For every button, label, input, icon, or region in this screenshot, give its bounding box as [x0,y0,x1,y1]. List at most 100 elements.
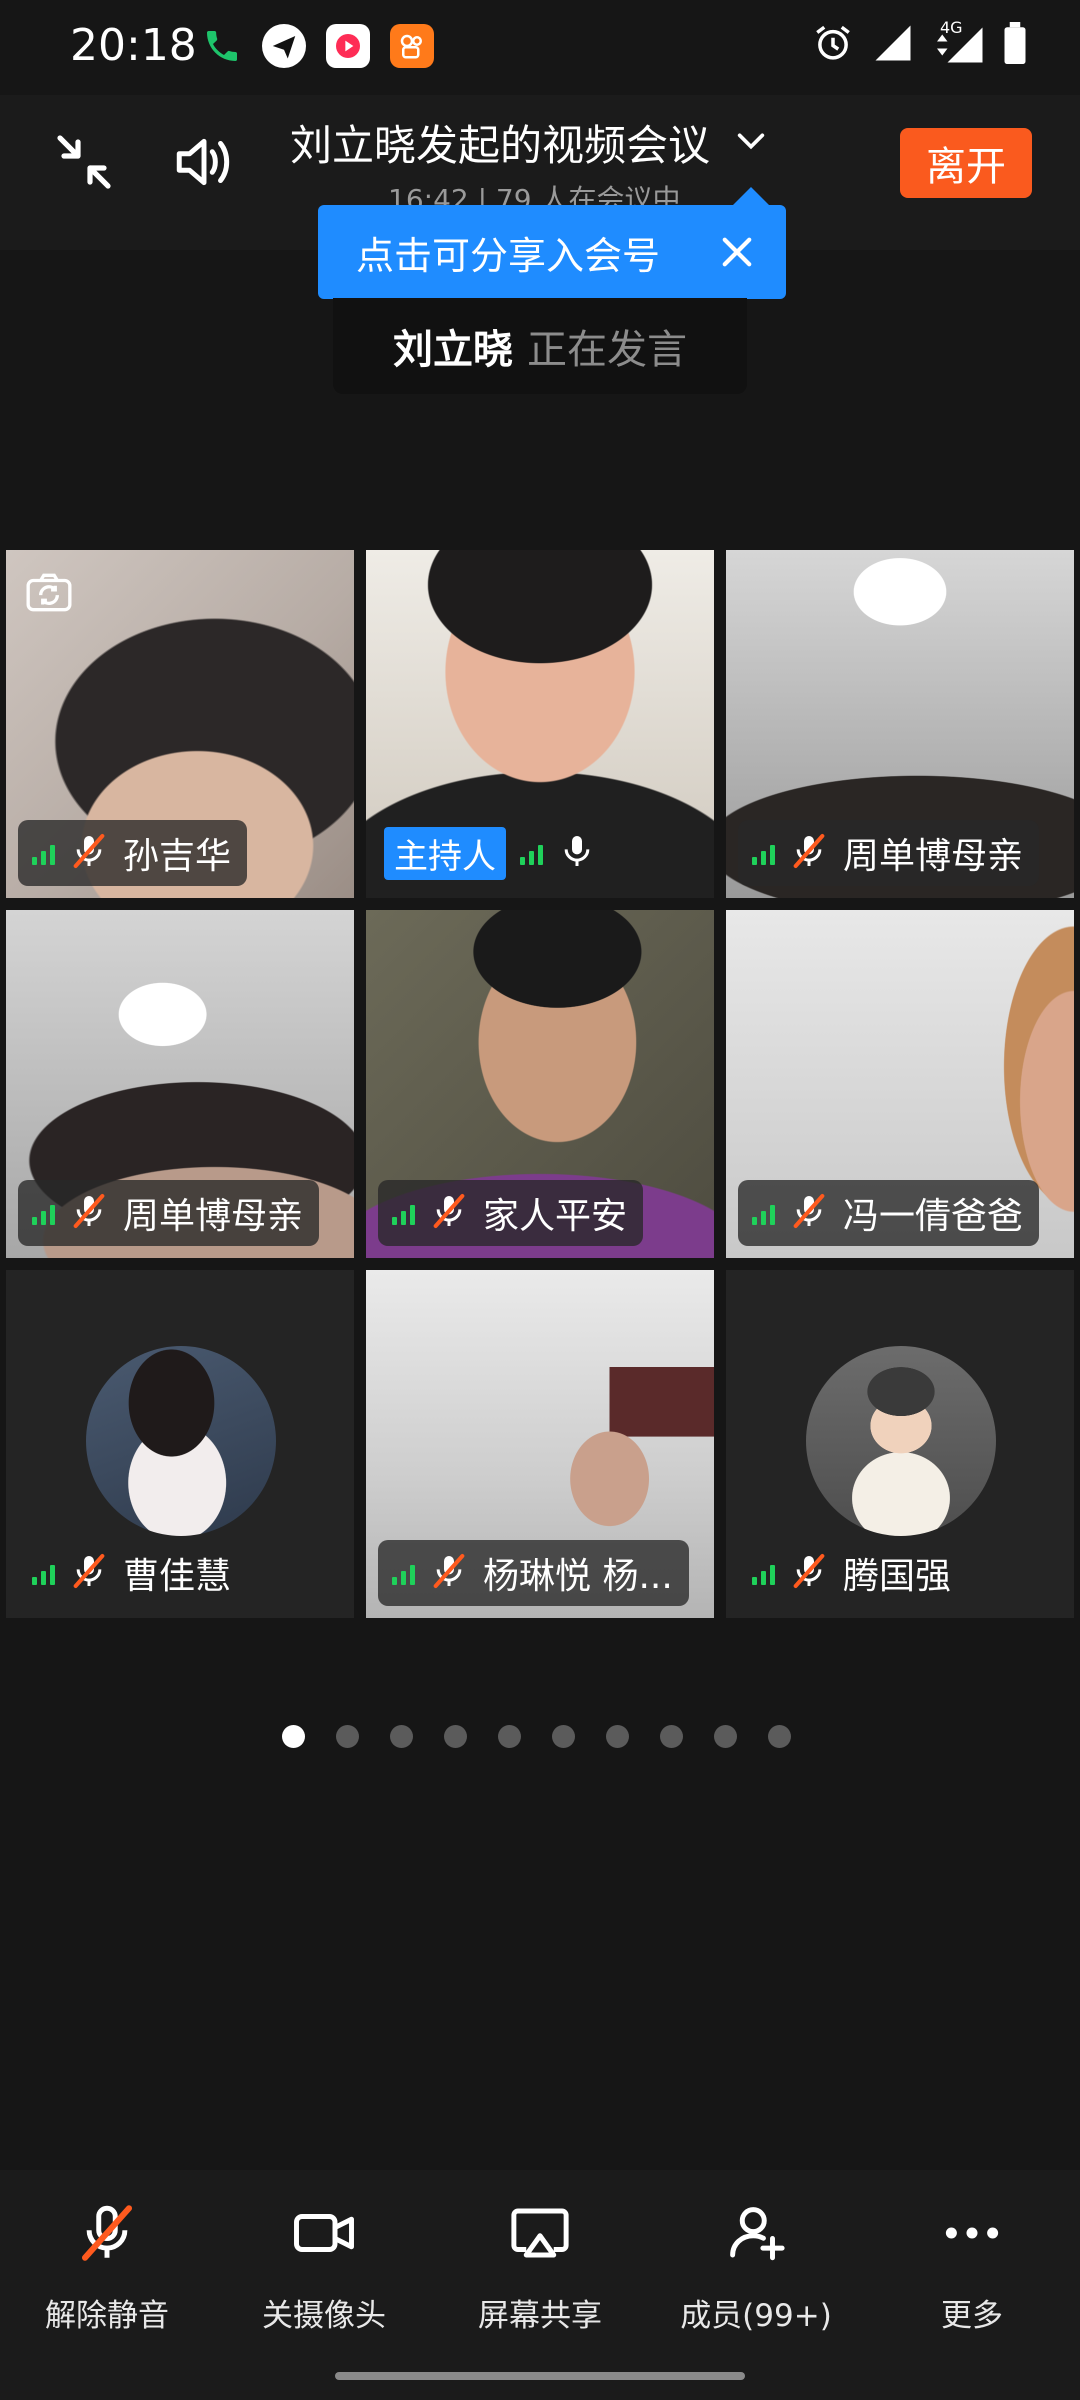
signal-strength-icon [392,1561,415,1585]
meeting-title-dropdown[interactable]: 刘立晓发起的视频会议 [290,112,768,173]
mic-muted-icon [789,831,829,875]
page-dot[interactable] [498,1725,521,1748]
participant-tile[interactable]: 杨琳悦 杨... [366,1270,714,1618]
participant-tile[interactable]: 腾国强 [726,1270,1074,1618]
status-time: 20:18 [70,20,197,71]
add-member-icon [723,2200,789,2270]
participant-tile[interactable]: 冯一倩爸爸 [726,910,1074,1258]
members-button[interactable]: 成员(99+) [656,2200,856,2335]
collapse-arrows-icon [52,130,116,198]
participant-tile[interactable]: 孙吉华 [6,550,354,898]
participant-tile[interactable]: 曹佳慧 [6,1270,354,1618]
camera-off-button[interactable]: 关摄像头 [224,2200,424,2335]
more-label: 更多 [941,2298,1003,2334]
speaker-name: 刘立晓 [393,327,513,373]
avatar [806,1346,996,1536]
page-dot[interactable] [606,1725,629,1748]
signal-strength-icon [752,1561,775,1585]
mic-icon [557,831,597,875]
alarm-icon [812,22,854,68]
signal-strength-icon [752,1201,775,1225]
page-dot[interactable] [660,1725,683,1748]
page-dot[interactable] [336,1725,359,1748]
unmute-button[interactable]: 解除静音 [7,2200,207,2335]
participant-label: 家人平安 [378,1180,644,1246]
minimize-window-button[interactable] [48,128,120,200]
signal-strength-icon [752,841,775,865]
page-dot[interactable] [552,1725,575,1748]
video-camera-icon [291,2200,357,2270]
participant-tile[interactable]: 周单博母亲 [726,550,1074,898]
speaker-toggle-button[interactable] [168,128,240,200]
signal-strength-icon [520,841,543,865]
participant-name: 曹佳慧 [123,1556,232,1597]
avatar [86,1346,276,1536]
signal-icon [872,22,914,68]
status-bar: 20:18 4G [0,0,1080,95]
screen-share-button[interactable]: 屏幕共享 [440,2200,640,2335]
mic-muted-icon [789,1551,829,1595]
participant-name: 腾国强 [843,1556,952,1597]
participant-label: 曹佳慧 [18,1540,247,1606]
participant-label: 孙吉华 [18,820,248,886]
mic-muted-icon [69,831,109,875]
participant-label: 冯一倩爸爸 [738,1180,1040,1246]
participant-name: 孙吉华 [123,836,232,877]
meeting-title: 刘立晓发起的视频会议 [290,121,711,170]
active-speaker-banner: 刘立晓 正在发言 [333,298,747,394]
tooltip-text: 点击可分享入会号 [356,233,661,278]
signal-strength-icon [32,1201,55,1225]
signal-strength-icon [32,1561,55,1585]
tooltip-arrow [733,187,769,205]
unmute-label: 解除静音 [45,2298,169,2334]
host-badge: 主持人 [384,826,506,880]
meeting-toolbar: 解除静音 关摄像头 屏幕共享 成员(99+) 更多 [0,2170,1080,2400]
chevron-down-icon [734,124,768,162]
video-grid: 孙吉华 主持人 周单博母亲 周单博母亲 家人平安 冯一倩爸爸 曹佳慧 杨琳悦 杨… [6,550,1076,1618]
network-type: 4G [940,18,963,37]
home-indicator[interactable] [335,2372,745,2380]
signal-strength-icon [32,841,55,865]
mic-muted-icon [429,1551,469,1595]
screen-share-icon [507,2200,573,2270]
mic-muted-icon [69,1551,109,1595]
mic-muted-icon [789,1191,829,1235]
participant-tile[interactable]: 周单博母亲 [6,910,354,1258]
app-icon [262,24,306,68]
participant-tile-host[interactable]: 主持人 [366,550,714,898]
page-dot[interactable] [282,1725,305,1748]
participant-label: 主持人 [378,820,613,886]
close-icon[interactable] [716,231,758,277]
page-indicator[interactable] [282,1725,791,1748]
mic-muted-icon [69,1191,109,1235]
screen-share-label: 屏幕共享 [478,2298,602,2334]
switch-camera-icon[interactable] [24,568,74,622]
more-dots-icon [939,2200,1005,2270]
signal-4g-icon: 4G [932,18,984,66]
participant-label: 腾国强 [738,1540,967,1606]
video-app-icon [326,24,370,68]
signal-strength-icon [392,1201,415,1225]
mic-muted-icon [74,2200,140,2270]
page-dot[interactable] [768,1725,791,1748]
battery-icon [1002,22,1028,68]
mic-muted-icon [429,1191,469,1235]
speaker-state: 正在发言 [527,327,687,373]
share-tooltip[interactable]: 点击可分享入会号 [318,205,786,299]
kuaishou-icon [390,24,434,68]
more-button[interactable]: 更多 [872,2200,1072,2335]
participant-label: 周单博母亲 [18,1180,320,1246]
participant-name: 周单博母亲 [123,1196,304,1237]
participant-name: 家人平安 [483,1196,628,1237]
camera-off-label: 关摄像头 [262,2298,386,2334]
page-dot[interactable] [714,1725,737,1748]
participant-name: 杨琳悦 杨... [483,1556,673,1597]
leave-button[interactable]: 离开 [900,128,1032,198]
participant-label: 周单博母亲 [738,820,1040,886]
members-label: 成员(99+) [680,2298,832,2334]
participant-tile[interactable]: 家人平安 [366,910,714,1258]
participant-name: 冯一倩爸爸 [843,1196,1024,1237]
participant-name: 周单博母亲 [843,836,1024,877]
page-dot[interactable] [444,1725,467,1748]
page-dot[interactable] [390,1725,413,1748]
